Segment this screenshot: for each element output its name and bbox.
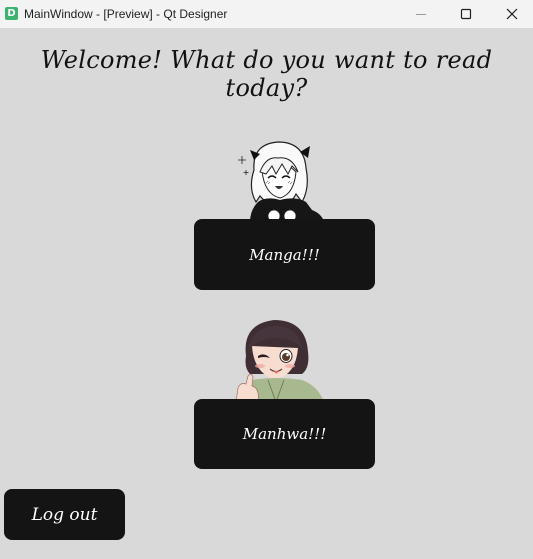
logout-button[interactable]: Log out bbox=[4, 489, 125, 540]
minimize-icon bbox=[416, 14, 426, 15]
title-bar[interactable]: D MainWindow - [Preview] - Qt Designer bbox=[0, 0, 533, 28]
manhwa-button-label: Manhwa!!! bbox=[242, 425, 327, 443]
winking-girl-illustration bbox=[235, 320, 324, 402]
qt-designer-icon: D bbox=[5, 7, 18, 20]
close-button[interactable] bbox=[489, 0, 533, 28]
app-icon-letter: D bbox=[7, 8, 16, 19]
manhwa-button[interactable]: Manhwa!!! bbox=[194, 399, 375, 469]
maximize-icon bbox=[460, 8, 472, 20]
minimize-button[interactable] bbox=[398, 0, 444, 28]
maximize-button[interactable] bbox=[443, 0, 489, 28]
manga-button-label: Manga!!! bbox=[249, 245, 320, 264]
close-icon bbox=[506, 8, 518, 20]
manga-button[interactable]: Manga!!! bbox=[194, 219, 375, 290]
welcome-heading: Welcome! What do you want to read today? bbox=[40, 46, 493, 102]
logout-button-label: Log out bbox=[31, 504, 98, 525]
window-title: MainWindow - [Preview] - Qt Designer bbox=[24, 7, 228, 21]
anime-girl-illustration bbox=[238, 141, 324, 222]
